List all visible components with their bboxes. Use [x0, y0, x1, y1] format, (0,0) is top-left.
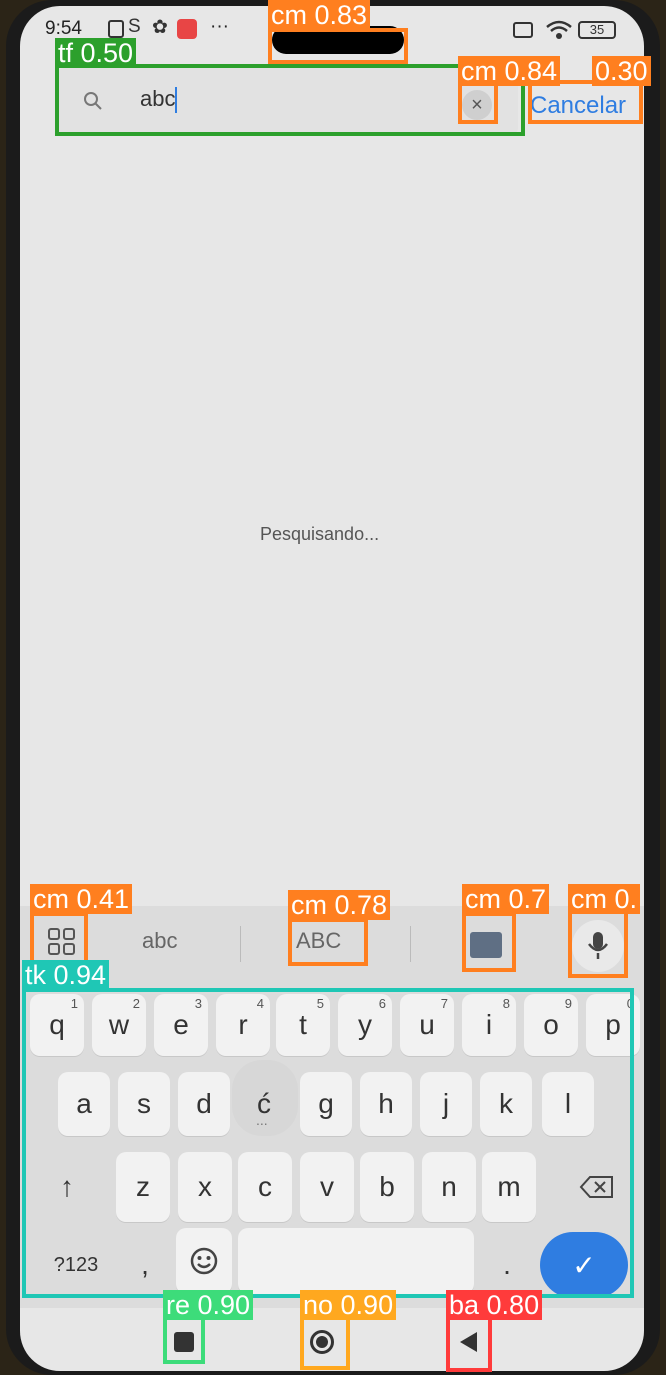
more-notifications-icon: ···	[210, 16, 229, 37]
suggestion-1[interactable]: abc	[142, 928, 177, 954]
detection-label: tf 0.50	[55, 38, 137, 68]
app-s-icon: S	[128, 16, 141, 37]
detection-label: cm 0.83	[268, 0, 371, 30]
detection-label: ba 0.80	[446, 1290, 543, 1320]
battery-level: 35	[589, 22, 605, 37]
loading-text: Pesquisando...	[260, 524, 380, 544]
detection-box	[568, 910, 628, 978]
detection-box	[462, 912, 516, 972]
suggestion-divider	[410, 926, 411, 962]
detection-box	[288, 918, 368, 966]
detection-box	[300, 1316, 350, 1370]
detection-box	[22, 988, 634, 1298]
detection-label: tk 0.94	[22, 960, 110, 990]
settings-gear-icon: ✿	[152, 17, 168, 38]
detection-label: cm 0.41	[30, 884, 133, 914]
detection-label: cm 0.7	[462, 884, 550, 914]
mail-app-icon	[177, 19, 197, 39]
detection-label: no 0.90	[300, 1290, 397, 1320]
detection-box	[55, 64, 525, 136]
wifi-icon	[546, 20, 572, 39]
key-3[interactable]: ć	[238, 1072, 290, 1136]
detection-label: cm 0.	[568, 884, 641, 914]
nfc-icon	[108, 20, 124, 38]
detection-label: 0.30	[592, 56, 651, 86]
status-time: 9:54	[45, 18, 82, 39]
detection-box	[163, 1316, 205, 1364]
battery-icon: 35	[578, 21, 616, 39]
suggestion-divider	[240, 926, 241, 962]
detection-box	[268, 28, 408, 64]
detection-box	[528, 80, 643, 124]
detection-label: cm 0.78	[288, 890, 391, 920]
detection-box	[458, 80, 498, 124]
no-sim-icon	[513, 22, 533, 38]
detection-box	[446, 1316, 492, 1372]
detection-label: re 0.90	[163, 1290, 254, 1320]
